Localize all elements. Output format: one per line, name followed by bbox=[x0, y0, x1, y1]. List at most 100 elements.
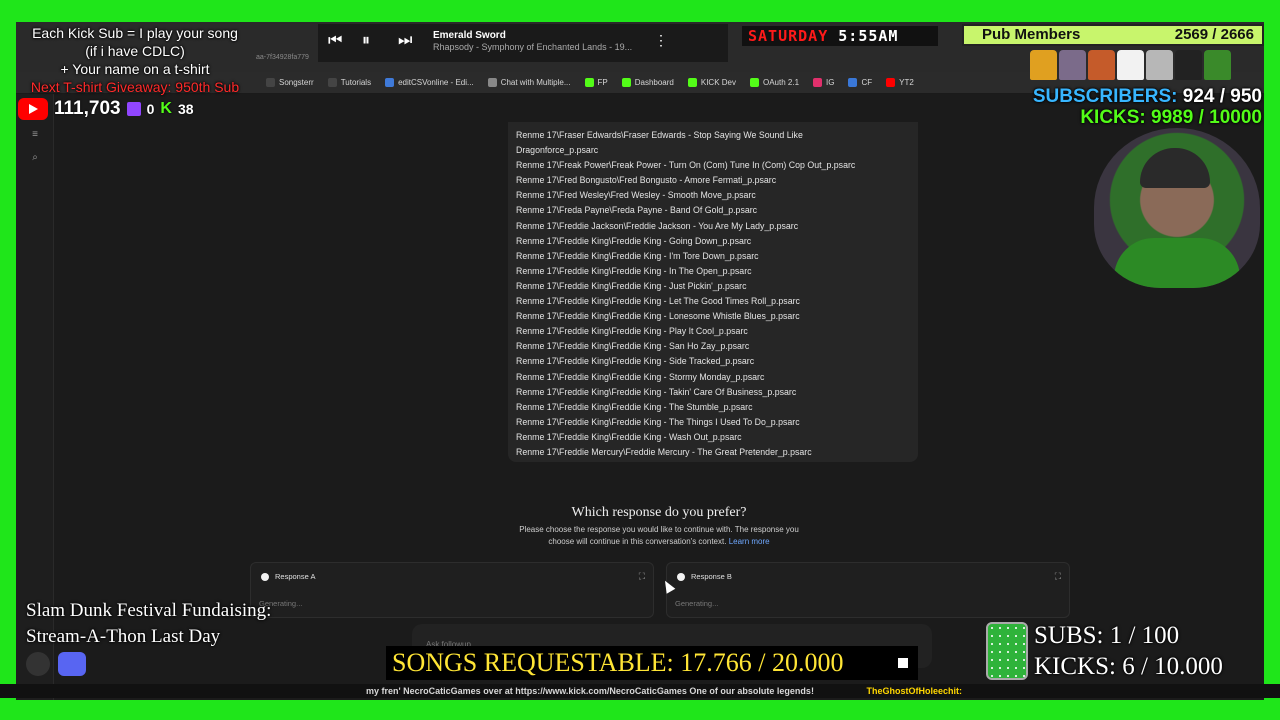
youtube-icon bbox=[18, 98, 48, 120]
bookmark-oauth[interactable]: OAuth 2.1 bbox=[750, 78, 799, 87]
clock-overlay: SATURDAY 5:55AM bbox=[742, 26, 938, 46]
search-icon[interactable]: ⌕ bbox=[29, 152, 41, 164]
ticker-username: TheGhostOfHoleechit: bbox=[866, 686, 962, 696]
history-icon[interactable]: ≡ bbox=[29, 129, 41, 141]
subs-bottom-value: 1 / 100 bbox=[1109, 622, 1180, 649]
expand-icon[interactable]: ⛶ bbox=[639, 571, 645, 582]
pub-members-bar: Pub Members 2569 / 2666 bbox=[962, 24, 1264, 46]
social-icons bbox=[26, 652, 86, 676]
preference-description: Please choose the response you would lik… bbox=[519, 525, 799, 546]
tshirt-icon bbox=[1030, 50, 1057, 80]
file-line: Renme 17\Freddie King\Freddie King - The… bbox=[516, 401, 753, 412]
chat-ticker: my fren' NecroCaticGames over at https:/… bbox=[0, 684, 1280, 698]
subscribers-value: 924 / 950 bbox=[1182, 86, 1262, 107]
file-line: Renme 17\Freddie King\Freddie King - San… bbox=[516, 341, 750, 352]
fundraiser-text: Slam Dunk Festival Fundaising: Stream-A-… bbox=[26, 600, 272, 647]
response-b-radio[interactable] bbox=[677, 572, 685, 581]
kick-icon bbox=[584, 78, 594, 87]
file-line: Renme 17\Freddie King\Freddie King - Jus… bbox=[516, 280, 747, 291]
kick-icon bbox=[687, 78, 697, 87]
subs-kicks-counter: SUBS: 1 / 100 KICKS: 6 / 10.000 bbox=[1034, 620, 1223, 682]
folder-icon bbox=[266, 78, 275, 87]
track-title: Emerald Sword bbox=[433, 30, 506, 41]
tshirt-icon bbox=[1117, 50, 1144, 80]
bookmark-ig[interactable]: IG bbox=[813, 78, 834, 87]
file-line: Renme 17\Freddie King\Freddie King - I'm… bbox=[516, 250, 759, 261]
pub-label: Pub Members bbox=[982, 26, 1081, 43]
tshirt-icon bbox=[1204, 50, 1231, 80]
file-list-box: Renme 17\Fraser Edwards\Fraser Edwards -… bbox=[508, 122, 918, 462]
file-line: Renme 17\Fred Bongusto\Fred Bongusto - A… bbox=[516, 175, 777, 186]
file-line: Renme 17\Freddie King\Freddie King - Was… bbox=[516, 431, 742, 442]
kick-viewers: 38 bbox=[177, 101, 194, 117]
folder-icon bbox=[327, 78, 337, 87]
tshirt-icon bbox=[1175, 50, 1202, 80]
file-line: Renme 17\Freddie Mercury\Freddie Mercury… bbox=[516, 446, 812, 457]
response-a-label: Response A bbox=[275, 572, 316, 581]
file-line: Renme 17\Fraser Edwards\Fraser Edwards -… bbox=[516, 130, 803, 140]
pause-icon[interactable]: ⏸ bbox=[362, 32, 370, 50]
twitch-icon bbox=[126, 102, 141, 116]
track-subtitle: Rhapsody - Symphony of Enchanted Lands -… bbox=[433, 42, 633, 52]
discord-icon bbox=[58, 652, 86, 676]
tshirt-icon bbox=[1088, 50, 1115, 80]
clock-time: 5:55AM bbox=[838, 27, 899, 45]
instagram-icon bbox=[813, 78, 823, 87]
music-player: ⏮ ⏸ ⏭ Emerald Sword Rhapsody - Symphony … bbox=[318, 24, 728, 62]
file-line: Renme 17\Freak Power\Freak Power - Turn … bbox=[516, 160, 856, 171]
kick-icon: K bbox=[160, 100, 172, 117]
expand-icon[interactable]: ⛶ bbox=[1055, 571, 1061, 582]
twitch-viewers: 0 bbox=[146, 101, 155, 117]
stop-icon bbox=[898, 658, 908, 668]
file-line: Renme 17\Freddie King\Freddie King - Lon… bbox=[516, 311, 800, 322]
bookmark-yt2[interactable]: YT2 bbox=[886, 78, 914, 87]
viewer-counts: 111,703 0 K 38 bbox=[18, 96, 258, 122]
kicks-bottom-label: KICKS: bbox=[1034, 653, 1116, 680]
bookmark-kick-dev[interactable]: KICK Dev bbox=[687, 78, 736, 87]
preference-prompt: Which response do you prefer? Please cho… bbox=[54, 505, 1264, 548]
response-a-card[interactable]: Response A ⛶ Generating... bbox=[250, 562, 654, 618]
tshirt-row bbox=[1030, 50, 1262, 86]
more-options-icon[interactable]: ⋮ bbox=[654, 32, 668, 49]
bookmark-dashboard[interactable]: Dashboard bbox=[621, 78, 674, 87]
file-line: Renme 17\Freddie King\Freddie King - Pla… bbox=[516, 326, 748, 337]
kick-sub-overlay: Each Kick Sub = I play your song (if i h… bbox=[30, 25, 240, 95]
subscriber-goals: SUBSCRIBERS: 924 / 950 KICKS: 9989 / 100… bbox=[1030, 86, 1262, 128]
tip-jar-icon bbox=[986, 622, 1028, 680]
youtube-views: 111,703 bbox=[54, 98, 121, 119]
response-b-status: Generating... bbox=[675, 599, 719, 608]
subs-bottom-label: SUBS: bbox=[1034, 622, 1104, 649]
webcam-feed bbox=[1094, 128, 1260, 288]
file-line: Renme 17\Freda Payne\Freda Payne - Band … bbox=[516, 205, 758, 216]
site-icon bbox=[487, 78, 497, 87]
kicks-label: KICKS: bbox=[1080, 107, 1146, 128]
file-line: Renme 17\Freddie King\Freddie King - Sid… bbox=[516, 356, 755, 367]
youtube-icon bbox=[886, 78, 896, 87]
response-b-card[interactable]: Response B ⛶ Generating... bbox=[666, 562, 1070, 618]
file-line: Renme 17\Fred Wesley\Fred Wesley - Smoot… bbox=[516, 190, 756, 201]
bookmark-songsterr[interactable]: Songsterr bbox=[266, 78, 314, 87]
kicks-bottom-value: 6 / 10.000 bbox=[1122, 653, 1223, 680]
file-line: Renme 17\Freddie King\Freddie King - Goi… bbox=[516, 235, 752, 246]
bookmark-chat[interactable]: Chat with Multiple... bbox=[487, 78, 571, 87]
tshirt-icon bbox=[1146, 50, 1173, 80]
bookmark-tutorials[interactable]: Tutorials bbox=[327, 78, 371, 87]
file-line: Renme 17\Freddie King\Freddie King - Tak… bbox=[516, 386, 797, 397]
pub-count: 2569 / 2666 bbox=[1174, 26, 1254, 43]
previous-track-icon[interactable]: ⏮ bbox=[328, 32, 342, 50]
bookmark-fp[interactable]: FP bbox=[584, 78, 608, 87]
response-a-radio[interactable] bbox=[261, 572, 269, 581]
file-line: Renme 17\Freddie King\Freddie King - The… bbox=[516, 416, 800, 427]
file-line: Renme 17\Freddie King\Freddie King - In … bbox=[516, 265, 752, 276]
clock-day: SATURDAY bbox=[748, 27, 829, 45]
bookmark-cf[interactable]: CF bbox=[848, 78, 872, 87]
site-icon bbox=[385, 78, 395, 87]
response-b-label: Response B bbox=[691, 572, 732, 581]
site-icon bbox=[848, 78, 858, 87]
bookmark-editcsv[interactable]: editCSVonline - Edi... bbox=[385, 78, 474, 87]
learn-more-link[interactable]: Learn more bbox=[729, 537, 770, 546]
file-line: Renme 17\Freddie Jackson\Freddie Jackson… bbox=[516, 220, 799, 231]
next-track-icon[interactable]: ⏭ bbox=[398, 32, 412, 50]
file-line: Renme 17\Freddie King\Freddie King - Let… bbox=[516, 296, 800, 307]
subscribers-label: SUBSCRIBERS: bbox=[1032, 86, 1178, 107]
